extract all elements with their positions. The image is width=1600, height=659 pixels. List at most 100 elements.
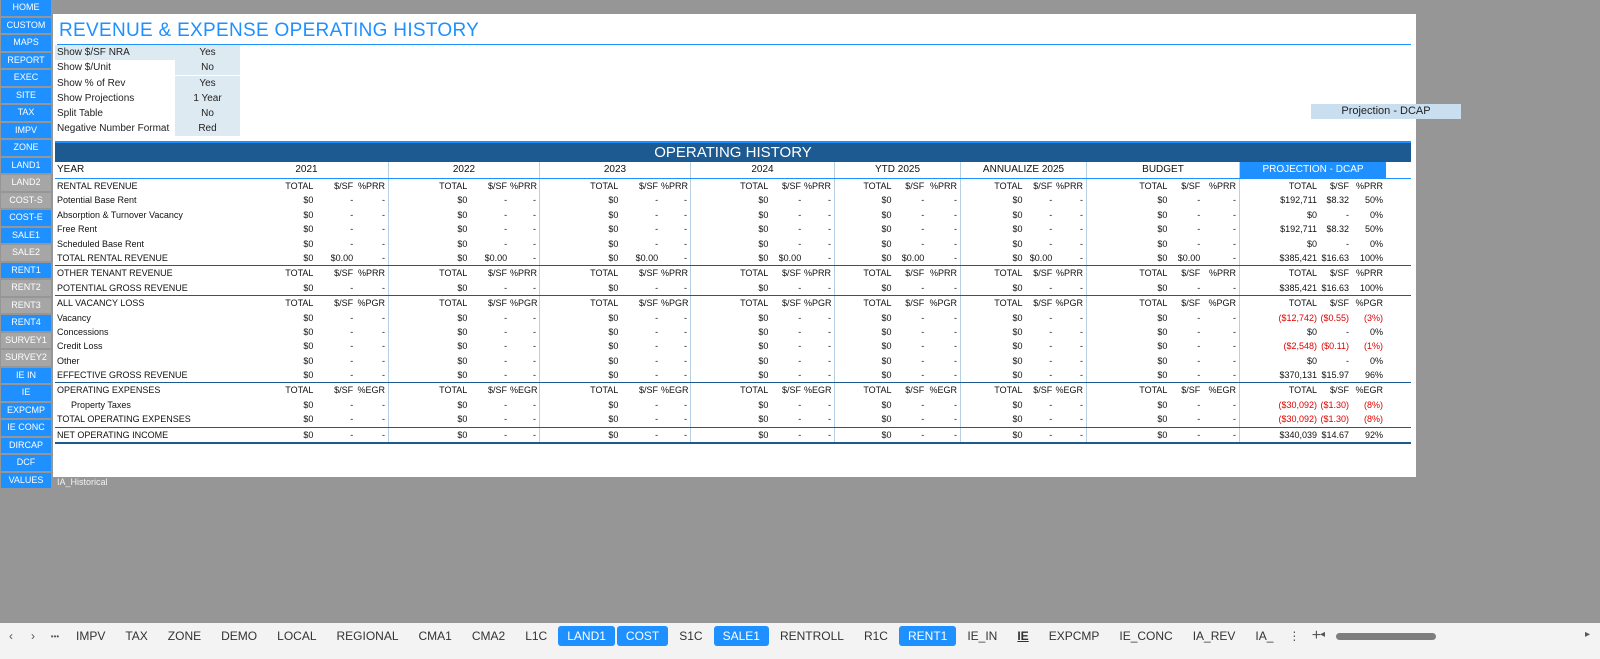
tab-more-icon[interactable]: ••• [44, 632, 66, 641]
tab-overflow-icon[interactable]: ⋮ [1283, 629, 1305, 643]
tab-regional[interactable]: REGIONAL [328, 626, 408, 646]
nav-button-rent4[interactable]: RENT4 [1, 315, 51, 331]
value-cell: - [798, 326, 802, 337]
tab-ia-rev[interactable]: IA_REV [1184, 626, 1245, 646]
tab-ie-in[interactable]: IE_IN [958, 626, 1006, 646]
value-cell: - [954, 370, 958, 381]
column-header-cell: $/SF [334, 385, 354, 396]
nav-button-exec[interactable]: EXEC [1, 70, 51, 86]
horizontal-scrollbar[interactable]: ◂ ▸ [1320, 629, 1590, 643]
column-header-cell: %PRR [804, 268, 832, 279]
scroll-right-icon[interactable]: ▸ [1585, 629, 1590, 640]
tab-s1c[interactable]: S1C [670, 626, 711, 646]
tab-ia-[interactable]: IA_ [1246, 626, 1282, 646]
tab-cost[interactable]: COST [616, 626, 669, 646]
row-label: NET OPERATING INCOME [57, 429, 169, 440]
value-cell: 50% [1364, 195, 1383, 206]
nav-button-site[interactable]: SITE [1, 87, 51, 103]
value-cell: $0 [758, 355, 769, 366]
nav-button-report[interactable]: REPORT [1, 52, 51, 68]
column-header-cell: %PGR [1055, 298, 1083, 309]
value-cell: $0 [457, 195, 468, 206]
row-group: $0 - - [1087, 368, 1240, 383]
tab-prev-icon[interactable]: ‹ [0, 629, 22, 643]
nav-button-cost-e[interactable]: COST-E [1, 210, 51, 226]
tab-local[interactable]: LOCAL [268, 626, 325, 646]
value-cell: - [350, 224, 354, 235]
nav-button-rent1[interactable]: RENT1 [1, 262, 51, 278]
value-cell: $0 [608, 224, 619, 235]
nav-button-zone[interactable]: ZONE [1, 140, 51, 156]
nav-button-cost-s[interactable]: COST-S [1, 192, 51, 208]
value-cell: - [683, 238, 687, 249]
nav-button-land1[interactable]: LAND1 [1, 157, 51, 173]
row-group: $0 - 0% [1240, 325, 1386, 339]
tab-tax[interactable]: TAX [116, 626, 156, 646]
nav-button-dcf[interactable]: DCF [1, 455, 51, 471]
tab-cma1[interactable]: CMA1 [410, 626, 461, 646]
row-group: $0 - - [691, 368, 835, 383]
value-cell: - [1233, 252, 1236, 263]
tab-sale1[interactable]: SALE1 [713, 626, 769, 646]
tab-land1[interactable]: LAND1 [558, 626, 615, 646]
option-value[interactable]: Yes [175, 45, 240, 60]
nav-button-rent2[interactable]: RENT2 [1, 280, 51, 296]
nav-button-impv[interactable]: IMPV [1, 122, 51, 138]
tab-impv[interactable]: IMPV [67, 626, 114, 646]
row-group: TOTAL $/SF %PRR [1087, 179, 1240, 194]
option-value[interactable]: Yes [175, 75, 240, 91]
value-cell: ($1.30) [1320, 414, 1349, 425]
nav-button-custom[interactable]: CUSTOM [1, 17, 51, 33]
row-group: $0 - - [961, 222, 1087, 237]
value-cell: - [504, 429, 508, 440]
value-cell: $0 [608, 414, 619, 425]
value-cell: - [1233, 341, 1236, 352]
row-group: $0 $0.00 - [835, 250, 961, 266]
value-cell: $0 [457, 341, 468, 352]
value-cell: $0 [1012, 326, 1023, 337]
nav-button-expcmp[interactable]: EXPCMP [1, 402, 51, 418]
scroll-left-icon[interactable]: ◂ [1320, 629, 1325, 640]
tab-r1c[interactable]: R1C [855, 626, 897, 646]
value-cell: - [1080, 414, 1083, 425]
tab-expcmp[interactable]: EXPCMP [1040, 626, 1109, 646]
scroll-thumb[interactable] [1336, 633, 1436, 640]
nav-button-dircap[interactable]: DIRCAP [1, 437, 51, 453]
row-group: $0 - - [389, 368, 540, 383]
tab-next-icon[interactable]: › [22, 629, 44, 643]
nav-button-ie[interactable]: IE [1, 385, 51, 401]
column-header-cell: %PRR [510, 268, 538, 279]
row-group: $0 - - [540, 368, 691, 383]
tab-rentroll[interactable]: RENTROLL [771, 626, 853, 646]
tab-rent1[interactable]: RENT1 [898, 626, 957, 646]
tab-demo[interactable]: DEMO [212, 626, 266, 646]
tab-ie-conc[interactable]: IE_CONC [1110, 626, 1181, 646]
row-group: TOTAL $/SF %EGR [835, 383, 961, 398]
nav-button-ie-conc[interactable]: IE CONC [1, 420, 51, 436]
value-cell: ($30,092) [1278, 414, 1317, 425]
nav-button-maps[interactable]: MAPS [1, 35, 51, 51]
nav-button-sale1[interactable]: SALE1 [1, 227, 51, 243]
table-row: Property Taxes $0- - $0- - $0- - $0- - $0- - $0- - $0… [55, 397, 1411, 413]
nav-button-survey2[interactable]: SURVEY2 [1, 350, 51, 366]
nav-button-ie-in[interactable]: IE IN [1, 367, 51, 383]
value-cell: - [954, 399, 958, 410]
nav-button-home[interactable]: HOME [1, 0, 51, 16]
tab-l1c[interactable]: L1C [516, 626, 556, 646]
option-value[interactable]: No [175, 106, 240, 122]
nav-button-survey1[interactable]: SURVEY1 [1, 332, 51, 348]
tab-cma2[interactable]: CMA2 [463, 626, 514, 646]
option-value[interactable]: Red [175, 121, 240, 137]
nav-button-values[interactable]: VALUES [1, 472, 51, 488]
tab-zone[interactable]: ZONE [159, 626, 210, 646]
nav-button-sale2[interactable]: SALE2 [1, 245, 51, 261]
row-group: $0 - - [835, 427, 961, 443]
nav-button-tax[interactable]: TAX [1, 105, 51, 121]
value-cell: - [921, 224, 925, 235]
option-value[interactable]: 1 Year [175, 90, 240, 106]
nav-button-land2[interactable]: LAND2 [1, 175, 51, 191]
row-group: $0 - - [691, 412, 835, 427]
option-value[interactable]: No [175, 60, 240, 76]
nav-button-rent3[interactable]: RENT3 [1, 297, 51, 313]
tab-ie[interactable]: IE [1008, 626, 1037, 646]
